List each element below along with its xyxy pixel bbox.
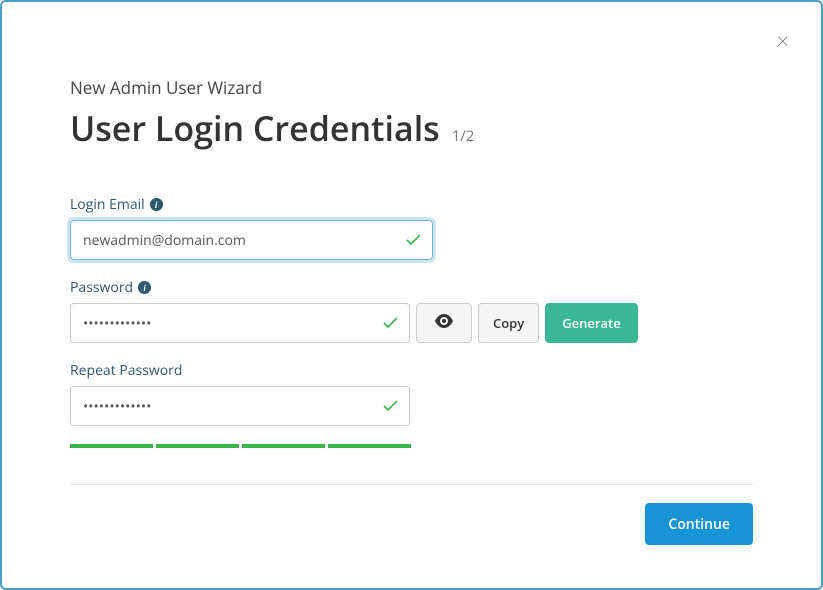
repeat-password-label-row: Repeat Password — [70, 361, 771, 380]
credentials-form: Login Email i Password i — [70, 195, 771, 426]
generate-button[interactable]: Generate — [545, 303, 637, 343]
strength-segment — [328, 444, 411, 448]
email-input[interactable] — [70, 220, 433, 260]
page-title: User Login Credentials — [70, 105, 440, 151]
strength-segment — [70, 444, 153, 448]
strength-segment — [242, 444, 325, 448]
password-label: Password — [70, 278, 133, 297]
password-input-row: Copy Generate — [70, 303, 771, 343]
password-strength-bar — [70, 444, 771, 448]
repeat-password-field-group: Repeat Password — [70, 361, 771, 426]
password-field-group: Password i Copy — [70, 278, 771, 343]
repeat-password-label: Repeat Password — [70, 361, 182, 380]
eye-icon — [434, 314, 454, 332]
divider — [70, 484, 753, 485]
strength-segment — [156, 444, 239, 448]
repeat-password-input[interactable] — [70, 386, 410, 426]
password-input-wrap — [70, 303, 410, 343]
email-input-wrap — [70, 220, 433, 260]
info-icon[interactable]: i — [138, 281, 151, 294]
step-indicator: 1/2 — [452, 126, 475, 146]
info-icon[interactable]: i — [150, 198, 163, 211]
wizard-modal: × New Admin User Wizard User Login Crede… — [0, 0, 823, 590]
wizard-subtitle: New Admin User Wizard — [70, 76, 771, 99]
continue-button[interactable]: Continue — [645, 503, 753, 545]
footer: Continue — [70, 503, 753, 545]
modal-content: New Admin User Wizard User Login Credent… — [2, 2, 821, 575]
email-field-group: Login Email i — [70, 195, 771, 260]
show-password-button[interactable] — [416, 303, 472, 343]
repeat-password-input-wrap — [70, 386, 410, 426]
copy-button[interactable]: Copy — [478, 303, 539, 343]
title-row: User Login Credentials 1/2 — [70, 105, 771, 151]
close-icon[interactable]: × — [776, 30, 789, 52]
email-label-row: Login Email i — [70, 195, 771, 214]
email-label: Login Email — [70, 195, 145, 214]
password-label-row: Password i — [70, 278, 771, 297]
password-input[interactable] — [70, 303, 410, 343]
